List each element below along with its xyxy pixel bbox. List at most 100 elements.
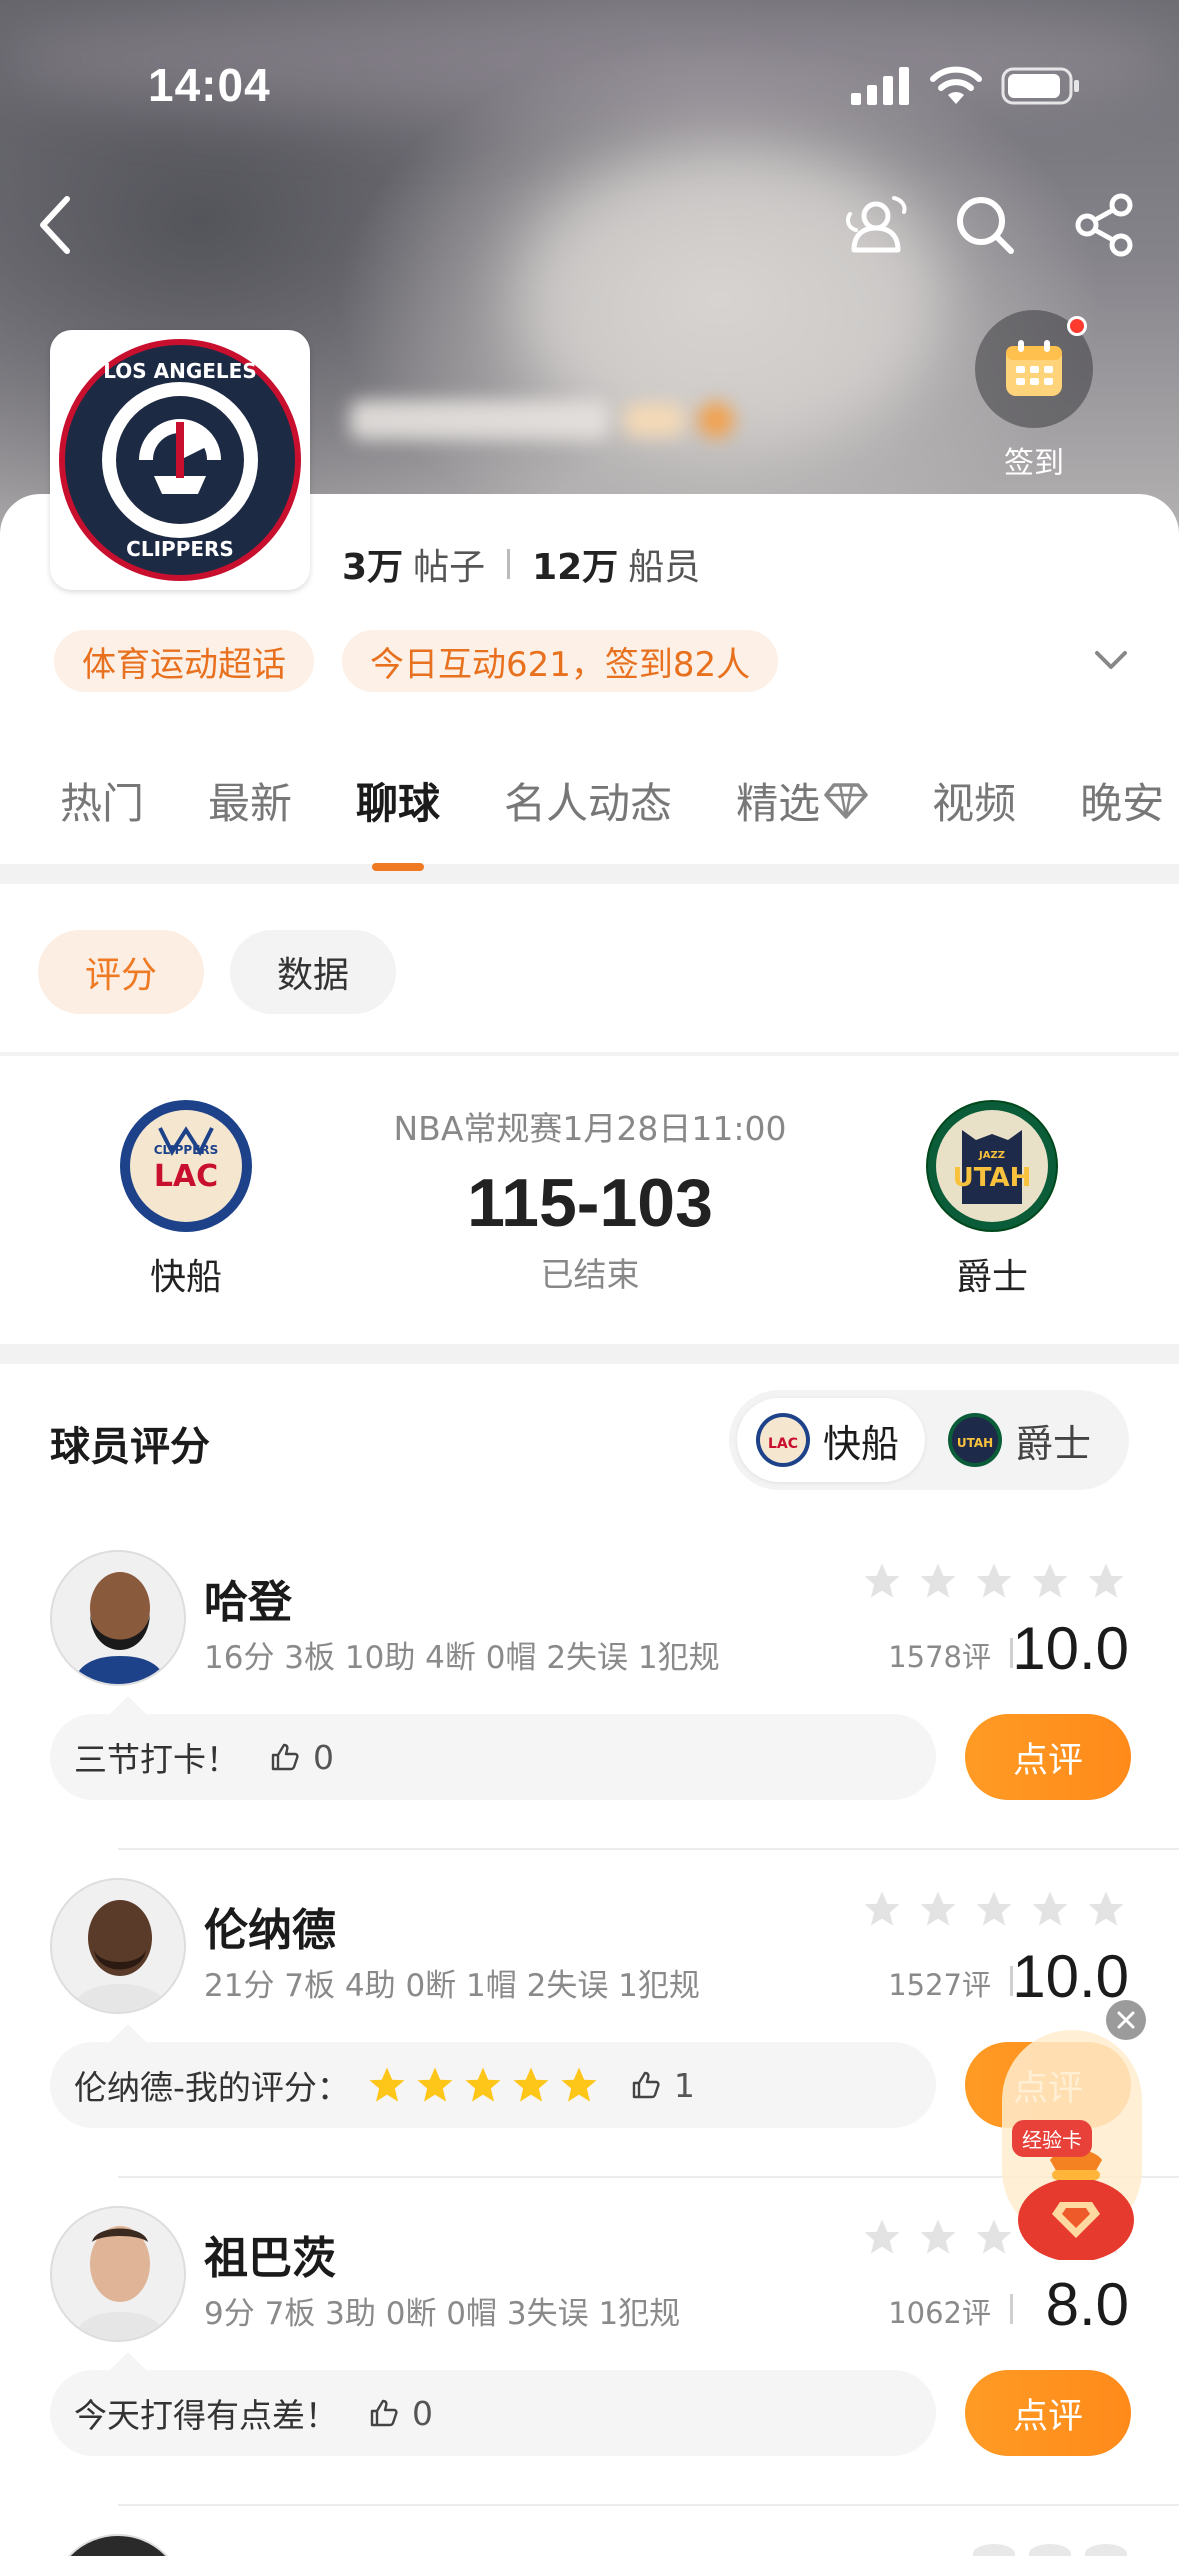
top-comment[interactable]: 伦纳德-我的评分： 1 <box>50 2024 936 2128</box>
status-time: 14:04 <box>148 59 271 111</box>
checkin-button[interactable]: 签到 <box>975 310 1093 482</box>
rating-stars[interactable] <box>861 1888 1127 1930</box>
utah-mini-logo: UTAH <box>947 1412 1003 1468</box>
tab-bar: 热门 最新 聊球 名人动态 精选 视频 晚安 <box>60 770 1179 871</box>
tab-hot[interactable]: 热门 <box>60 770 144 831</box>
comment-text: 三节打卡！ <box>74 1740 239 1779</box>
row-divider <box>118 2504 1179 2506</box>
star-empty-icon <box>864 1891 900 1926</box>
back-button[interactable] <box>20 190 90 260</box>
player-name: 祖巴茨 <box>204 2233 336 2284</box>
search-icon <box>957 197 1014 254</box>
search-button[interactable] <box>950 190 1020 260</box>
close-reward-button[interactable] <box>1106 2000 1146 2040</box>
notification-dot <box>1067 316 1087 336</box>
top-comment[interactable]: 三节打卡！ 0 <box>50 1696 936 1800</box>
members-label: 船员 <box>628 547 701 588</box>
next-player-stars[interactable] <box>973 2544 1127 2556</box>
people-chat-icon <box>846 196 907 253</box>
rating-count: 1578评 <box>888 1640 991 1674</box>
like-count: 1 <box>673 2065 695 2105</box>
match-info: NBA常规赛1月28日11:00 115-103 已结束 <box>340 1102 840 1296</box>
share-button[interactable] <box>1070 190 1140 260</box>
player-stats: 16分 3板 10助 4断 0帽 2失误 1犯规 <box>204 1640 720 1676</box>
player-score: 8.0 <box>1045 2271 1129 2338</box>
player-avatar[interactable] <box>50 1878 186 2014</box>
star-empty-icon <box>976 1563 1012 1598</box>
player-avatar[interactable] <box>50 1550 186 1686</box>
data-filter-button[interactable]: 数据 <box>230 930 396 1014</box>
utah-mini-text: UTAH <box>957 1436 993 1450</box>
player-name: 哈登 <box>204 1577 292 1628</box>
top-comment[interactable]: 今天打得有点差！ 0 <box>50 2352 936 2456</box>
rating-stars[interactable] <box>861 1560 1127 1602</box>
home-team[interactable]: CLIPPERS LAC 快船 <box>106 1100 266 1300</box>
rate-button[interactable]: 点评 <box>965 1714 1131 1800</box>
like-count: 0 <box>412 2393 433 2433</box>
tab-celebrity[interactable]: 名人动态 <box>504 770 672 831</box>
star-empty-icon <box>1088 1563 1124 1598</box>
tab-chat-ball[interactable]: 聊球 <box>356 770 440 871</box>
topic-chips: 体育运动超话 今日互动621，签到82人 <box>54 630 779 692</box>
away-team[interactable]: JAZZ UTAH 爵士 <box>912 1100 1072 1300</box>
expand-button[interactable] <box>1091 640 1131 684</box>
tab-latest[interactable]: 最新 <box>208 770 292 831</box>
next-player-avatar[interactable] <box>50 2534 186 2556</box>
match-title: NBA常规赛1月28日11:00 <box>393 1109 787 1148</box>
player-name: 伦纳德 <box>204 1905 336 1956</box>
topic-avatar[interactable]: LOS ANGELES CLIPPERS <box>50 330 310 590</box>
team-switch-clippers[interactable]: LAC 快船 <box>737 1398 925 1482</box>
like-count: 0 <box>313 1737 334 1777</box>
close-icon <box>1117 2011 1135 2029</box>
share-icon <box>1075 193 1133 257</box>
player-stats: 21分 7板 4助 0断 1帽 2失误 1犯规 <box>204 1968 700 2004</box>
rating-divider <box>1010 2294 1013 2324</box>
like-button[interactable]: 1 <box>630 2066 695 2105</box>
activity-chip[interactable]: 今日互动621，签到82人 <box>342 630 779 692</box>
user-rating-stars <box>366 2064 600 2106</box>
clippers-logo-icon: LOS ANGELES CLIPPERS <box>59 339 301 581</box>
tab-video[interactable]: 视频 <box>932 770 1016 831</box>
gift-bag-icon <box>1018 2149 1134 2260</box>
posts-count: 3万 <box>342 547 404 588</box>
rating-count: 1527评 <box>888 1968 991 2002</box>
stats-divider <box>507 549 511 579</box>
like-button[interactable]: 0 <box>368 2394 433 2433</box>
floating-reward[interactable]: 经验卡 <box>1002 2000 1162 2260</box>
tab-featured[interactable]: 精选 <box>736 770 868 831</box>
player-ratings-section: 球员评分 LAC 快船 UTAH 爵士 哈登 16分 3板 10助 4断 0帽 … <box>0 1364 1179 2556</box>
blurred-topic-name <box>350 390 750 450</box>
match-card[interactable]: CLIPPERS LAC 快船 NBA常规赛1月28日11:00 115-103… <box>0 1056 1179 1344</box>
star-empty-icon <box>920 1563 956 1598</box>
tab-goodnight[interactable]: 晚安 <box>1080 770 1164 831</box>
group-chat-button[interactable] <box>842 190 912 260</box>
player-stats: 9分 7板 3助 0断 0帽 3失误 1犯规 <box>204 2296 681 2332</box>
filter-row: 评分 数据 <box>0 884 1179 1052</box>
thumbs-up-icon <box>370 2399 398 2427</box>
star-empty-icon <box>864 2219 900 2254</box>
calendar-icon <box>1006 340 1062 396</box>
rating-filter-button[interactable]: 评分 <box>38 930 204 1014</box>
player-avatar[interactable] <box>50 2206 186 2342</box>
player-photo-icon <box>52 1552 184 1684</box>
lac-sub-text: CLIPPERS <box>154 1143 219 1157</box>
status-icons <box>851 66 1081 106</box>
lac-mini-logo-icon: LAC <box>756 1413 810 1467</box>
topic-stats: 3万 帖子 12万 船员 <box>342 538 700 590</box>
svg-text:CLIPPERS: CLIPPERS <box>126 537 234 561</box>
tab-featured-label: 精选 <box>736 779 821 828</box>
svg-text:LOS ANGELES: LOS ANGELES <box>103 359 257 383</box>
team-switch-jazz[interactable]: UTAH 爵士 <box>929 1398 1119 1482</box>
lac-logo-icon: CLIPPERS LAC <box>122 1102 250 1230</box>
star-empty-icon <box>920 2219 956 2254</box>
like-button[interactable]: 0 <box>269 1738 334 1777</box>
player-row[interactable]: 哈登 16分 3板 10助 4断 0帽 2失误 1犯规 1578评 10.0 三… <box>0 1550 1179 1878</box>
category-chip[interactable]: 体育运动超话 <box>54 630 314 692</box>
comment-text: 伦纳德-我的评分： <box>74 2068 350 2107</box>
match-score: 115-103 <box>467 1165 713 1241</box>
star-filled-icon <box>465 2067 501 2102</box>
star-empty-icon <box>1032 1891 1068 1926</box>
rate-button[interactable]: 点评 <box>965 2370 1131 2456</box>
star-filled-icon <box>561 2067 597 2102</box>
members-count: 12万 <box>532 547 619 588</box>
